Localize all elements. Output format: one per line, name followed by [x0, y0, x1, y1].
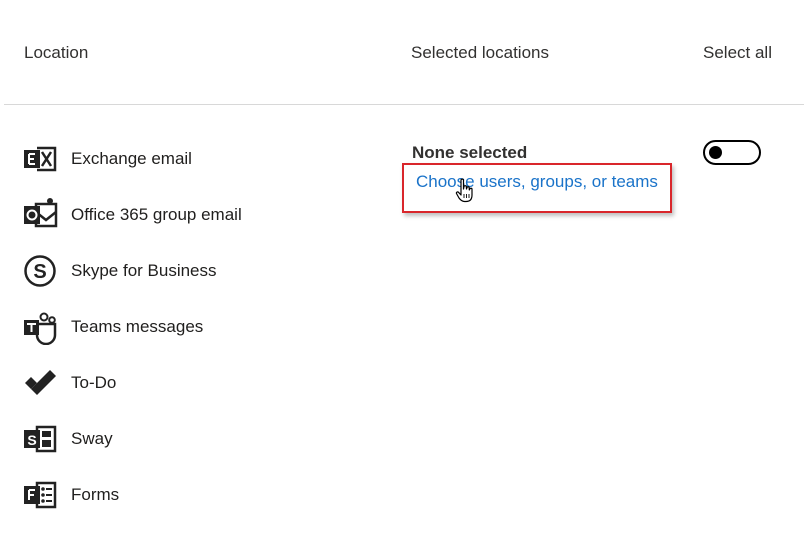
skype-icon: S: [22, 253, 58, 289]
hand-cursor-icon: [455, 178, 473, 203]
selected-locations-column-header: Selected locations: [411, 43, 549, 62]
header-divider: [4, 104, 804, 105]
teams-icon: [22, 309, 58, 345]
svg-text:S: S: [27, 432, 36, 448]
location-row-sway: S Sway: [22, 421, 113, 457]
location-column-header: Location: [24, 43, 89, 62]
select-all-toggle[interactable]: [703, 140, 761, 165]
group-email-icon: [22, 197, 58, 233]
location-label-teams: Teams messages: [71, 317, 204, 336]
annotation-highlight-box: [402, 163, 672, 213]
location-label-forms: Forms: [71, 485, 120, 504]
location-row-group-email: Office 365 group email: [22, 197, 242, 233]
location-row-todo: To-Do: [22, 365, 116, 401]
exchange-icon: [22, 141, 58, 177]
select-all-column-header: Select all: [703, 43, 772, 62]
svg-text:S: S: [33, 261, 46, 283]
location-label-skype: Skype for Business: [71, 261, 217, 280]
location-label-exchange: Exchange email: [71, 149, 192, 168]
sway-icon: S: [22, 421, 58, 457]
forms-icon: [22, 477, 58, 513]
todo-icon: [22, 365, 58, 401]
location-label-todo: To-Do: [71, 373, 117, 392]
location-label-group-email: Office 365 group email: [71, 205, 242, 224]
location-label-sway: Sway: [71, 429, 113, 448]
toggle-knob: [709, 146, 722, 159]
location-row-teams: Teams messages: [22, 309, 203, 345]
location-row-forms: Forms: [22, 477, 119, 513]
location-row-skype: S Skype for Business: [22, 253, 217, 289]
selection-status: None selected: [412, 143, 528, 162]
location-row-exchange: Exchange email: [22, 141, 192, 177]
